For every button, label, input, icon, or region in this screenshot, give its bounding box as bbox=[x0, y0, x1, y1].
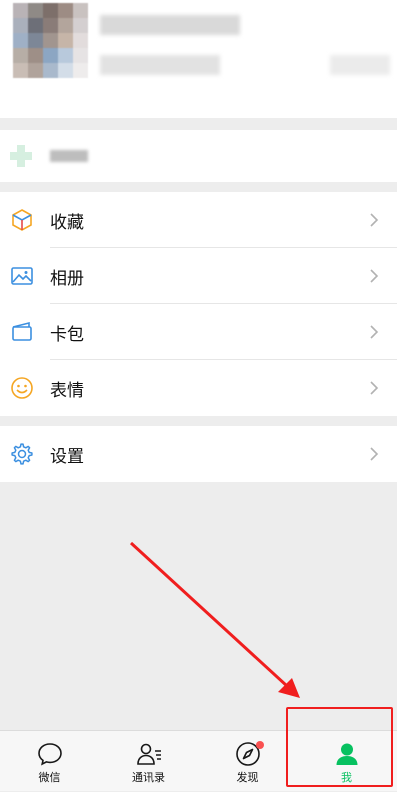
emoji-smile-icon bbox=[11, 377, 33, 399]
chevron-right-icon bbox=[370, 213, 379, 227]
menu-item-album[interactable]: 相册 bbox=[0, 248, 397, 304]
menu-item-label: 卡包 bbox=[50, 324, 84, 345]
annotation-highlight-box bbox=[286, 707, 393, 787]
tab-label: 发现 bbox=[236, 771, 259, 784]
chevron-right-icon bbox=[370, 325, 379, 339]
settings-gear-icon bbox=[11, 443, 33, 465]
menu-item-label: 收藏 bbox=[50, 212, 84, 233]
menu-group-main: 收藏 相册 卡包 表情 bbox=[0, 192, 397, 416]
menu-item-settings[interactable]: 设置 bbox=[0, 426, 397, 482]
status-row[interactable] bbox=[0, 130, 397, 182]
profile-header[interactable] bbox=[0, 0, 397, 118]
album-image-icon bbox=[11, 267, 33, 285]
chevron-right-icon bbox=[370, 381, 379, 395]
tab-chats[interactable]: 微信 bbox=[0, 731, 99, 792]
favorites-cube-icon bbox=[12, 209, 32, 231]
tab-discover[interactable]: 发现 bbox=[198, 731, 297, 792]
status-text bbox=[50, 150, 88, 162]
menu-group-settings: 设置 bbox=[0, 426, 397, 482]
card-wallet-icon bbox=[12, 321, 32, 341]
chat-bubble-icon bbox=[37, 743, 62, 766]
avatar[interactable] bbox=[13, 3, 88, 78]
add-status-icon bbox=[10, 145, 32, 167]
profile-name bbox=[100, 15, 240, 35]
chevron-right-icon bbox=[370, 447, 379, 461]
tab-label: 微信 bbox=[38, 771, 61, 784]
contacts-icon bbox=[136, 743, 161, 765]
profile-qr-area[interactable] bbox=[330, 55, 390, 75]
menu-item-label: 相册 bbox=[50, 268, 84, 289]
tab-label: 通讯录 bbox=[132, 771, 165, 784]
menu-item-label: 设置 bbox=[50, 446, 84, 467]
menu-item-label: 表情 bbox=[50, 380, 84, 401]
menu-item-stickers[interactable]: 表情 bbox=[0, 360, 397, 416]
menu-item-card-wallet[interactable]: 卡包 bbox=[0, 304, 397, 360]
menu-item-favorites[interactable]: 收藏 bbox=[0, 192, 397, 248]
profile-id bbox=[100, 55, 220, 75]
tab-contacts[interactable]: 通讯录 bbox=[99, 731, 198, 792]
new-indicator-dot bbox=[256, 741, 264, 749]
chevron-right-icon bbox=[370, 269, 379, 283]
